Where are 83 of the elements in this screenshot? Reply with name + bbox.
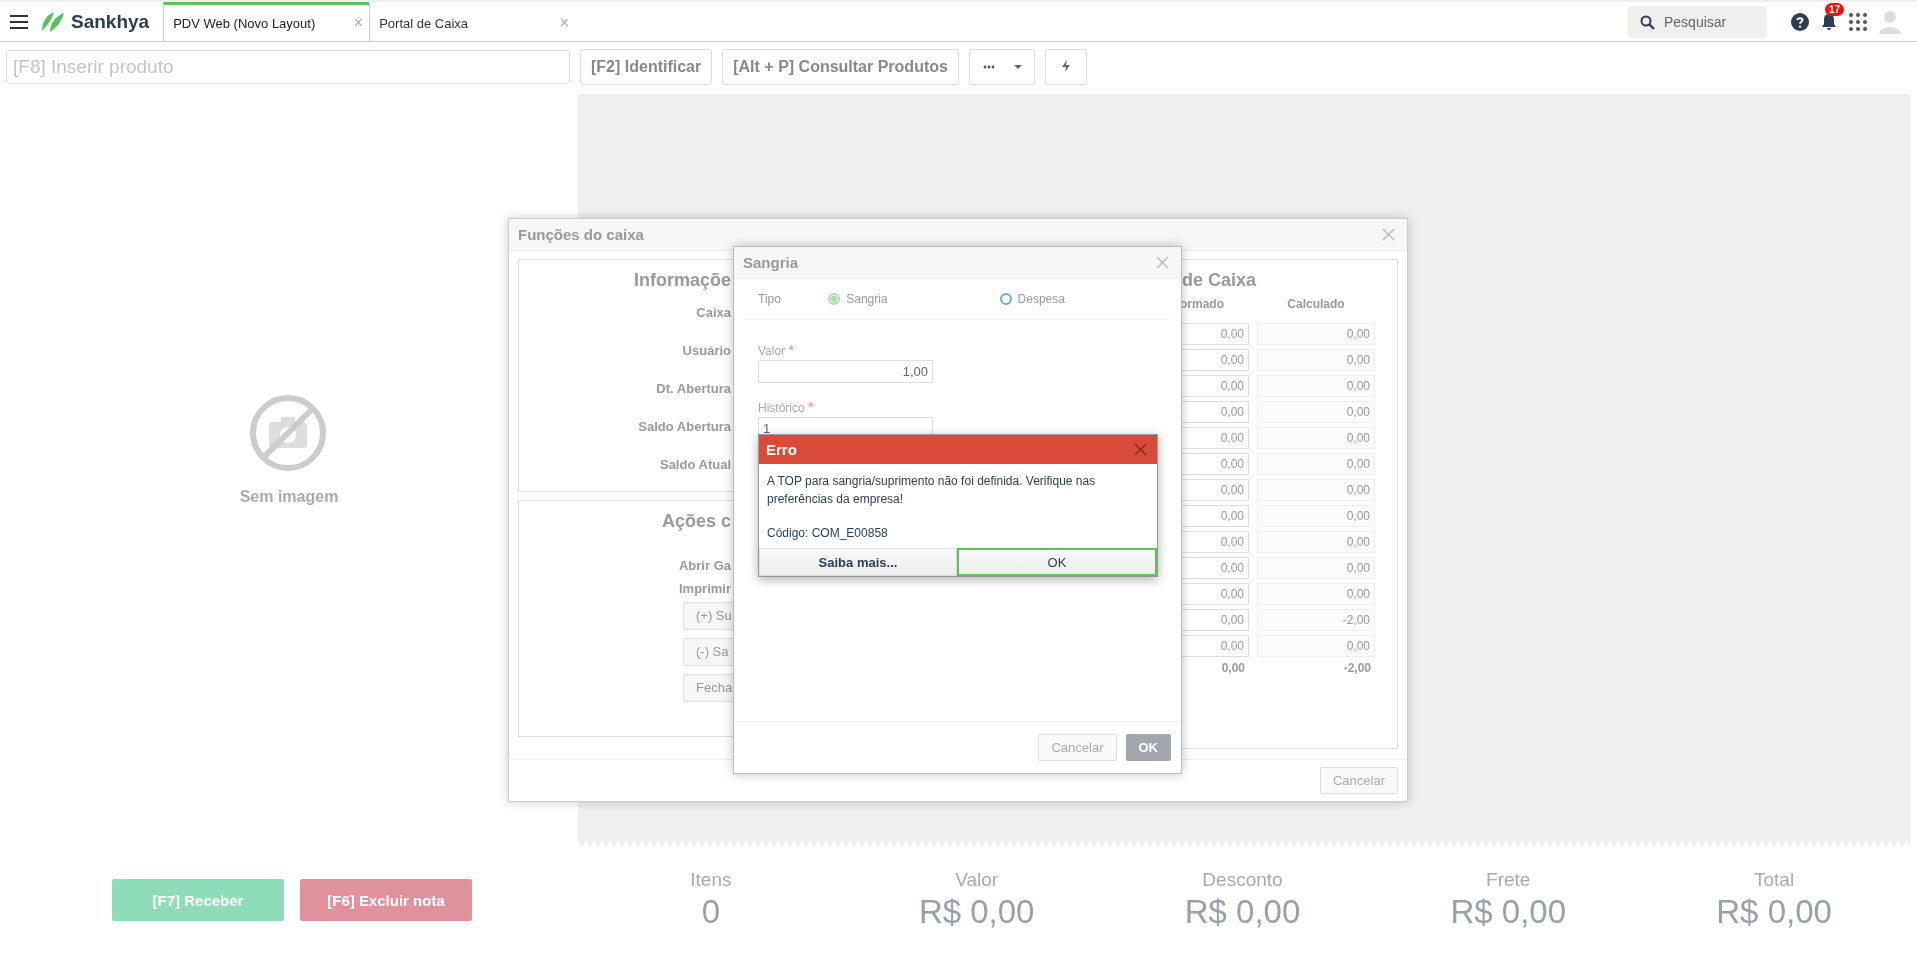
- search-icon: [1640, 14, 1655, 30]
- avatar-icon[interactable]: [1879, 9, 1901, 34]
- panel-title: de Caixa: [1182, 269, 1257, 291]
- calculated-field: 0,00: [1257, 530, 1375, 553]
- apps-grid-icon[interactable]: [1849, 12, 1867, 31]
- dialog-button[interactable]: Cancelar: [1038, 734, 1117, 761]
- close-icon[interactable]: ×: [559, 14, 570, 32]
- toolbar-button[interactable]: [F2] Identificar: [580, 49, 713, 85]
- caret-icon[interactable]: [1013, 65, 1022, 69]
- total-value: 0,00: [1220, 660, 1246, 675]
- field-label: Usuário: [681, 342, 731, 358]
- calculated-field: 0,00: [1257, 426, 1375, 449]
- error-code: Código: COM_E00858: [767, 526, 889, 540]
- calculated-field: 0,00: [1257, 322, 1375, 345]
- text-input[interactable]: 1,00: [758, 360, 933, 383]
- column-header: ormado: [1179, 296, 1225, 311]
- radio-button[interactable]: [828, 293, 841, 305]
- calculated-field: 0,00: [1257, 478, 1375, 501]
- field-label: Caixa: [695, 304, 731, 320]
- total-value: R$ 0,00: [1184, 893, 1301, 931]
- field-label: Saldo Atual: [658, 456, 731, 472]
- more-icon[interactable]: [982, 65, 995, 69]
- field-label: Dt. Abertura: [655, 380, 731, 396]
- lightning-button[interactable]: [1044, 49, 1087, 85]
- no-image-caption: Sem imagem: [239, 488, 339, 506]
- no-image-icon: [249, 394, 327, 472]
- action-button[interactable]: [F7] Receber: [112, 879, 284, 921]
- calculated-field: 0,00: [1257, 582, 1375, 605]
- calculated-field: 0,00: [1257, 556, 1375, 579]
- column-header: Calculado: [1286, 296, 1346, 311]
- total-label: Desconto: [1202, 869, 1283, 891]
- tab[interactable]: Portal de Caixa ×: [369, 1, 576, 42]
- radio-button[interactable]: [999, 293, 1012, 305]
- calculated-field: 0,00: [1257, 374, 1375, 397]
- total-value: -2,00: [1342, 660, 1372, 675]
- help-icon[interactable]: [1791, 12, 1809, 31]
- product-input[interactable]: [F8] Inserir produto: [6, 50, 570, 84]
- panel-title: Ações c: [660, 510, 731, 532]
- total-value: 0: [701, 893, 721, 931]
- action-link[interactable]: Abrir Ga: [679, 557, 731, 573]
- radio-label[interactable]: Sangria: [846, 292, 888, 306]
- tab[interactable]: PDV Web (Novo Layout) ×: [163, 1, 370, 42]
- total-value: R$ 0,00: [918, 893, 1035, 931]
- close-icon[interactable]: [1382, 227, 1395, 241]
- calculated-field: 0,00: [1257, 348, 1375, 371]
- dialog-title: Erro: [766, 441, 797, 458]
- error-message: A TOP para sangria/suprimento não foi definida. Verifique nas preferências da empresa!: [767, 473, 1097, 508]
- close-icon[interactable]: [1156, 256, 1169, 269]
- toolbar-button[interactable]: [Alt + P] Consultar Produtos: [722, 49, 959, 85]
- panel-title: Informaçõe: [632, 269, 731, 291]
- total-label: Itens: [690, 869, 732, 891]
- action-button[interactable]: [F6] Excluir nota: [300, 879, 472, 921]
- action-link[interactable]: Imprimir: [679, 580, 731, 596]
- close-icon[interactable]: ×: [353, 14, 364, 32]
- field-label: Valor *: [758, 342, 794, 358]
- calculated-field: 0,00: [1257, 634, 1375, 657]
- total-value: R$ 0,00: [1716, 893, 1832, 931]
- close-icon[interactable]: [1134, 443, 1147, 456]
- field-label: Tipo: [758, 292, 782, 306]
- bell-icon[interactable]: [1821, 12, 1837, 31]
- calculated-field: 0,00: [1257, 400, 1375, 423]
- total-label: Total: [1754, 869, 1795, 891]
- search-field[interactable]: Pesquisar: [1628, 5, 1767, 38]
- total-label: Frete: [1486, 869, 1531, 891]
- total-value: R$ 0,00: [1450, 893, 1567, 931]
- cancel-button[interactable]: Cancelar: [1319, 766, 1398, 794]
- field-label: Histórico *: [758, 399, 814, 415]
- leaf-logo-icon: [40, 10, 66, 33]
- brand-name: Sankhya: [71, 10, 150, 33]
- calculated-field: 0,00: [1257, 452, 1375, 475]
- calculated-field: 0,00: [1257, 504, 1375, 527]
- dialog-button[interactable]: OK: [1125, 734, 1171, 761]
- field-label: Saldo Abertura: [637, 418, 731, 434]
- dialog-button[interactable]: Saiba mais...: [759, 548, 957, 576]
- total-label: Valor: [955, 869, 999, 891]
- dialog-title: Funções do caixa: [518, 225, 644, 243]
- menu-icon[interactable]: [10, 14, 28, 29]
- radio-label[interactable]: Despesa: [1017, 292, 1065, 306]
- lightning-icon: [1061, 60, 1070, 72]
- notification-badge: 17: [1825, 2, 1845, 16]
- calculated-field: -2,00: [1257, 608, 1375, 631]
- dialog-title: Sangria: [743, 254, 799, 271]
- dialog-button[interactable]: OK: [957, 548, 1157, 576]
